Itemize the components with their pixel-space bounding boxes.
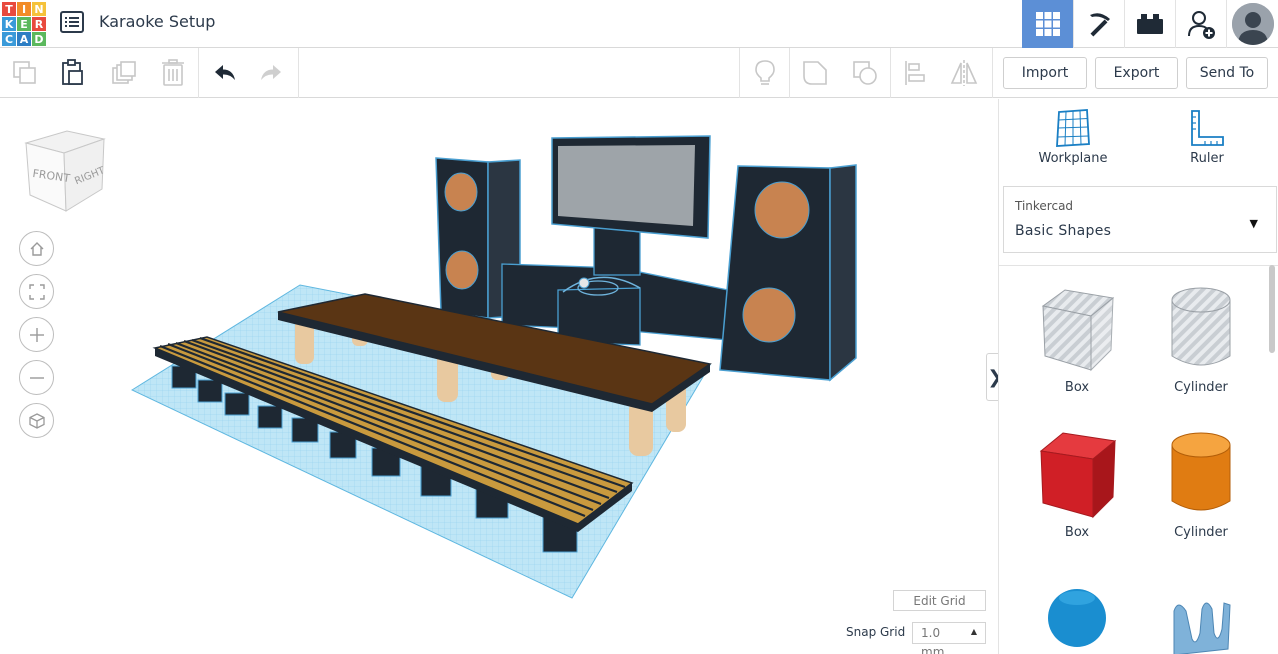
mirror-icon[interactable] [949, 58, 979, 88]
shape-label: Cylinder [1174, 380, 1228, 395]
send-to-button[interactable]: Send To [1186, 57, 1268, 89]
home-view-icon[interactable] [19, 231, 54, 266]
align-icon[interactable] [900, 58, 930, 88]
add-user-icon[interactable] [1175, 0, 1226, 48]
shape-label: Box [1064, 380, 1090, 395]
logo-letter: A [17, 32, 31, 46]
shapes-panel: Workplane Ruler Tinkercad Basic Shapes ▼ [998, 99, 1278, 654]
redo-icon[interactable] [257, 58, 287, 88]
snap-grid-unit: mm [921, 645, 945, 654]
snap-grid-select[interactable]: 1.0 ▲ mm [912, 622, 986, 654]
3d-viewport[interactable]: FRONT RIGHT Edit Grid Snap Grid 1.0 ▲ mm… [0, 99, 998, 654]
edit-grid-button[interactable]: Edit Grid [893, 590, 986, 611]
shape-cylinder-hole[interactable]: Cylinder [1146, 284, 1256, 395]
design-title[interactable]: Karaoke Setup [99, 12, 215, 31]
shape-scribble-solid[interactable] [1146, 589, 1256, 654]
logo-letter: N [32, 2, 46, 16]
snap-grid-label: Snap Grid [846, 625, 906, 639]
dropdown-caret-icon: ▼ [1249, 217, 1258, 230]
ungroup-icon[interactable] [850, 58, 880, 88]
workplane-label: Workplane [1038, 151, 1108, 166]
logo-letter: K [2, 17, 16, 31]
tinkercad-app: TIN KER CAD Karaoke Setup Import Export Se… [0, 0, 1278, 654]
top-bar: TIN KER CAD Karaoke Setup [0, 0, 1278, 48]
3d-design-grid-icon[interactable] [1022, 0, 1073, 48]
box-solid-icon [1039, 432, 1117, 519]
shape-cylinder-solid[interactable]: Cylinder [1146, 429, 1256, 540]
shape-label: Box [1064, 525, 1090, 540]
ruler-tool[interactable]: Ruler [1147, 109, 1267, 166]
workplane-tool[interactable]: Workplane [1013, 109, 1133, 166]
logo-letter: D [32, 32, 46, 46]
group-icon[interactable] [800, 58, 830, 88]
cylinder-hole-icon [1171, 287, 1231, 366]
tinkercad-logo[interactable]: TIN KER CAD [2, 2, 46, 46]
user-avatar[interactable] [1226, 0, 1278, 48]
shape-box-solid[interactable]: Box [1022, 429, 1132, 540]
paste-icon[interactable] [58, 58, 88, 88]
tv-screen [551, 135, 711, 276]
export-button[interactable]: Export [1095, 57, 1178, 89]
view-cube[interactable]: FRONT RIGHT [22, 129, 108, 219]
duplicate-icon[interactable] [109, 58, 139, 88]
import-button[interactable]: Import [1003, 57, 1087, 89]
lightbulb-icon[interactable] [750, 58, 780, 88]
logo-letter: T [2, 2, 16, 16]
caret-up-icon: ▲ [970, 627, 977, 636]
logo-letter: R [32, 17, 46, 31]
brick-icon[interactable] [1124, 0, 1175, 48]
logo-letter: C [2, 32, 16, 46]
fit-view-icon[interactable] [19, 274, 54, 309]
library-category: Basic Shapes [1015, 223, 1112, 239]
sphere-solid-icon [1048, 589, 1106, 647]
logo-letter: I [17, 2, 31, 16]
panel-toggle-chevron-icon[interactable]: ❯ [986, 353, 998, 401]
pickaxe-icon[interactable] [1073, 0, 1124, 48]
undo-icon[interactable] [209, 58, 239, 88]
panel-scrollbar[interactable] [1269, 265, 1275, 353]
top-right-icons [1022, 0, 1278, 48]
shape-library-dropdown[interactable]: Tinkercad Basic Shapes ▼ [1003, 186, 1277, 253]
delete-icon[interactable] [158, 58, 188, 88]
zoom-out-icon[interactable] [19, 360, 54, 395]
shape-label: Cylinder [1174, 525, 1228, 540]
library-source: Tinkercad [1015, 199, 1074, 213]
zoom-in-icon[interactable] [19, 317, 54, 352]
cylinder-solid-icon [1171, 432, 1231, 511]
design-menu-icon[interactable] [60, 11, 84, 33]
ruler-icon [1191, 110, 1224, 146]
edit-toolbar: Import Export Send To [0, 48, 1278, 98]
workplane-icon [1056, 109, 1090, 147]
snap-grid-value: 1.0 [921, 626, 941, 640]
3d-scene[interactable] [0, 99, 998, 654]
logo-letter: E [17, 17, 31, 31]
perspective-icon[interactable] [19, 403, 54, 438]
copy-icon[interactable] [10, 58, 40, 88]
right-speaker [719, 164, 857, 382]
shape-box-hole[interactable]: Box [1022, 284, 1132, 395]
box-hole-icon [1041, 289, 1115, 372]
scribble-solid-icon [1173, 602, 1231, 654]
ruler-label: Ruler [1190, 151, 1224, 166]
shape-sphere-solid[interactable] [1022, 584, 1132, 654]
